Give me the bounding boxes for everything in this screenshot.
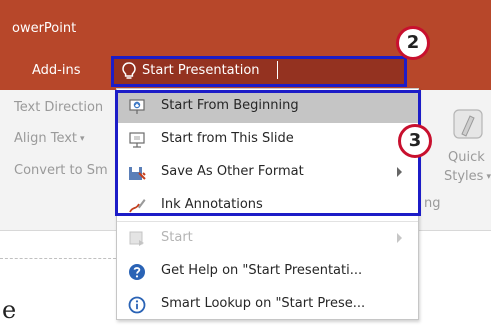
text-direction-button[interactable]: Text Direction: [14, 100, 103, 115]
quick-styles-label-1: Quick: [448, 150, 485, 165]
text-caret: [277, 61, 278, 79]
menu-item-smart-lookup[interactable]: Smart Lookup on "Start Prese...: [117, 288, 418, 321]
step-badge-3: 3: [398, 124, 432, 158]
menu-item-get-help[interactable]: Get Help on "Start Presentati...: [117, 255, 418, 288]
menu-item-label: Get Help on "Start Presentati...: [161, 263, 363, 278]
quick-styles-button[interactable]: Styles ▾: [444, 169, 491, 184]
dropdown-arrow-icon: ▾: [80, 134, 85, 144]
tell-me-input[interactable]: Start Presentation: [142, 63, 260, 78]
start-icon: [129, 231, 144, 246]
ribbon-group-label: ng: [424, 196, 441, 211]
convert-to-smartart-button[interactable]: Convert to Sm: [14, 163, 108, 178]
help-icon: [129, 264, 145, 280]
quick-styles-icon[interactable]: [448, 106, 486, 142]
slide-text-fragment: e: [2, 296, 17, 324]
lightbulb-icon: [122, 62, 136, 79]
dropdown-arrow-icon: ▾: [486, 172, 491, 182]
highlight-box-menu-group: [115, 90, 421, 216]
tab-addins[interactable]: Add-ins: [32, 63, 80, 78]
slide-placeholder-border: [0, 258, 116, 259]
smart-lookup-icon: [128, 296, 146, 314]
submenu-arrow-icon: [397, 233, 402, 243]
menu-separator: [117, 221, 418, 222]
menu-item-label: Start: [161, 230, 193, 245]
menu-item-label: Smart Lookup on "Start Prese...: [161, 296, 366, 311]
align-text-button[interactable]: Align Text ▾: [14, 131, 85, 146]
step-badge-2: 2: [396, 26, 430, 60]
menu-item-start: Start: [117, 222, 418, 255]
app-title: owerPoint: [12, 21, 77, 36]
